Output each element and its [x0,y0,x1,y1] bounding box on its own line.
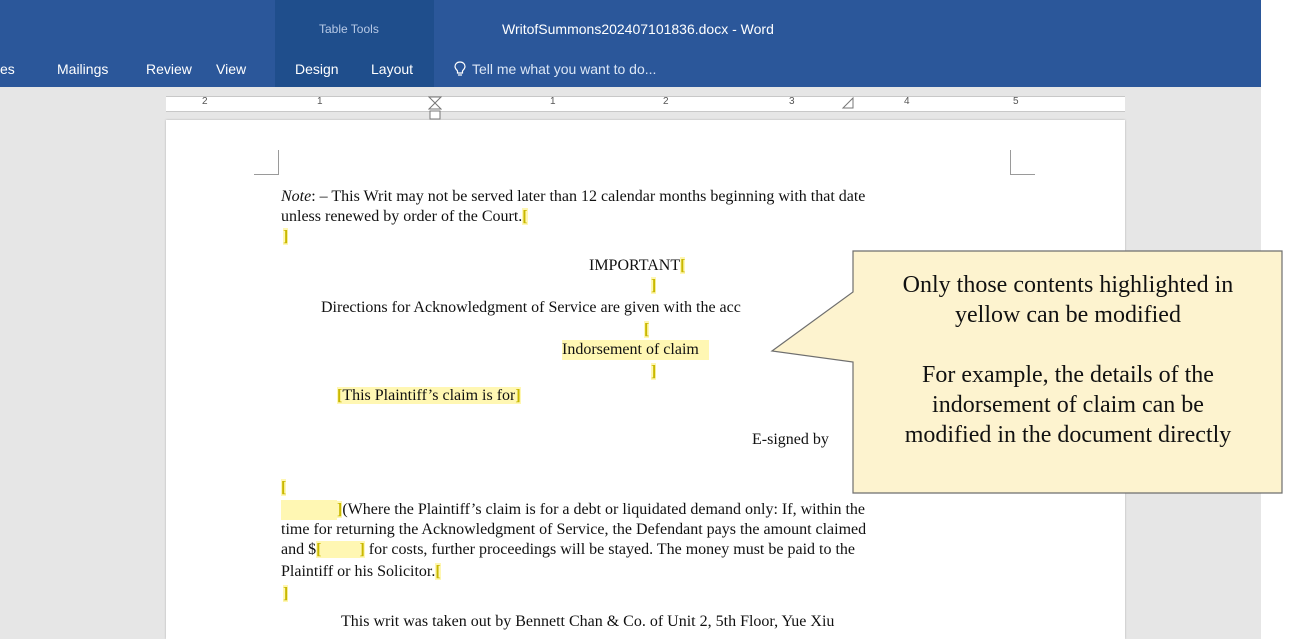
debt-demand-line-1: ](Where the Plaintiff’s claim is for a d… [281,500,865,520]
tab-mailings[interactable]: Mailings [57,61,108,77]
callout-line: For example, the details of the [922,362,1214,388]
ribbon: Table Tools WritofSummons202407101836.do… [0,0,1261,87]
costs-field[interactable]: [ ] [316,541,365,558]
callout-line: indorsement of claim can be [932,392,1204,418]
ruler-number: 3 [789,96,795,107]
directions-text: Directions for Acknowledgment of Service… [321,299,741,316]
note-line-2: unless renewed by order of the Court.[ [281,208,528,225]
callout-line: Only those contents highlighted in [902,272,1234,298]
ruler-number: 4 [904,96,910,107]
ruler-number: 5 [1013,96,1019,107]
lightbulb-icon [454,61,466,76]
table-tools-label: Table Tools [319,22,379,36]
editable-field-start[interactable]: [ [680,257,686,274]
editable-field-start[interactable]: [ [644,320,650,340]
column-marker-icon[interactable] [841,96,855,110]
editable-field-start[interactable]: [ [281,478,287,498]
tab-view[interactable]: View [216,61,246,77]
callout-text: Only those contents highlighted in yello… [858,270,1278,450]
callout-line: yellow can be modified [955,302,1181,328]
tab-references-partial[interactable]: es [0,61,15,77]
callout-spacer [858,330,1278,360]
tab-layout[interactable]: Layout [371,61,413,77]
editable-field-end[interactable]: ] [651,362,657,382]
editable-field-start[interactable]: [ [522,208,528,225]
ruler-number: 2 [663,96,669,107]
editable-field-end[interactable]: ] [651,276,657,296]
important-heading: IMPORTANT[ [589,257,686,274]
esigned-text: E-signed by [752,431,829,448]
horizontal-ruler[interactable]: 2 1 1 2 3 4 5 [166,96,1125,120]
crop-mark [254,150,279,175]
editable-field-end[interactable]: ] [283,227,289,247]
editable-field-start[interactable]: [ [435,563,441,580]
indorsement-of-claim-field[interactable]: Indorsement of claim [562,340,709,360]
note-line-1: Note: – This Writ may not be served late… [281,188,866,205]
callout-line: modified in the document directly [904,422,1232,448]
ruler-number: 1 [550,96,556,107]
ruler-number: 1 [317,96,323,107]
crop-mark [1010,150,1035,175]
writ-taken-out-text: This writ was taken out by Bennett Chan … [341,613,835,630]
debt-demand-line-3: and $[ ] for costs, further proceedings … [281,541,856,558]
tab-review[interactable]: Review [146,61,192,77]
tab-design[interactable]: Design [295,61,339,77]
tell-me-search[interactable]: Tell me what you want to do... [472,61,656,77]
window-title: WritofSummons202407101836.docx - Word [502,21,774,37]
editable-field-end[interactable]: ] [283,584,289,604]
ruler-number: 2 [202,96,208,107]
debt-demand-line-4: Plaintiff or his Solicitor.[ [281,563,441,580]
plaintiff-claim-field[interactable]: [This Plaintiff’s claim is for] [337,386,521,406]
indent-marker-icon[interactable] [428,96,442,122]
debt-demand-line-2: time for returning the Acknowledgment of… [281,521,867,538]
